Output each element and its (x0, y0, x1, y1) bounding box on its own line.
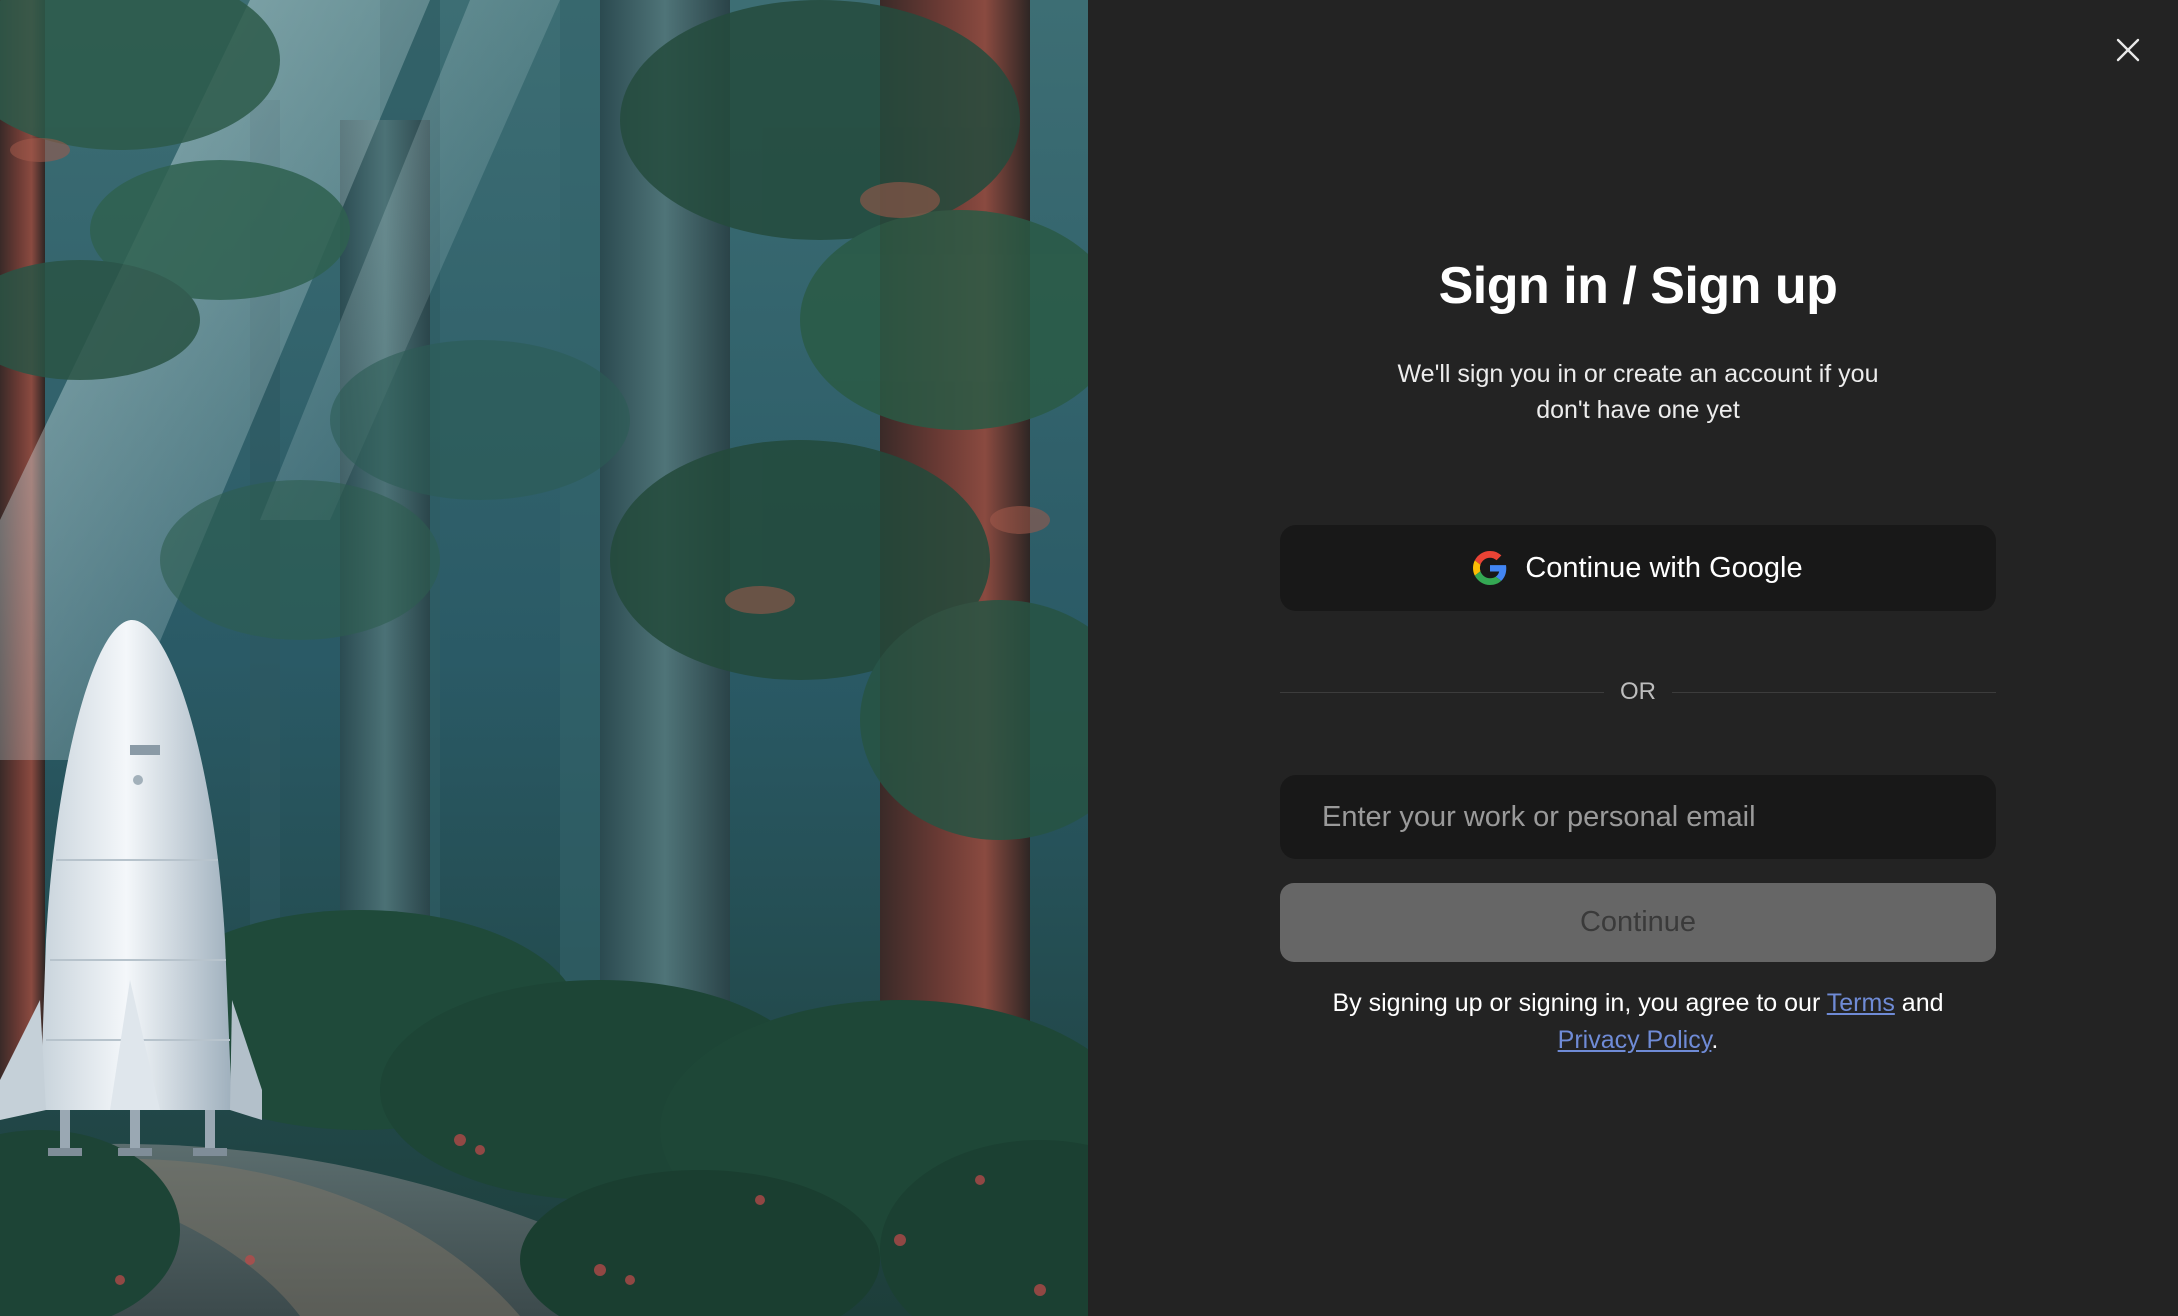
sign-in-modal: Sign in / Sign up We'll sign you in or c… (0, 0, 2178, 1316)
divider-line-left (1280, 691, 1604, 693)
email-input[interactable] (1280, 775, 1996, 859)
hero-illustration (0, 0, 1088, 1316)
close-button[interactable] (2108, 30, 2148, 70)
legal-suffix: . (1711, 1026, 1719, 1054)
close-icon (2116, 38, 2140, 62)
continue-button[interactable]: Continue (1280, 883, 1996, 962)
page-title: Sign in / Sign up (1438, 257, 1838, 315)
google-logo-icon (1473, 551, 1507, 585)
terms-link[interactable]: Terms (1827, 989, 1895, 1017)
page-subtitle: We'll sign you in or create an account i… (1397, 360, 1879, 424)
privacy-policy-link[interactable]: Privacy Policy (1558, 1026, 1712, 1054)
continue-with-google-label: Continue with Google (1525, 551, 1803, 584)
legal-prefix: By signing up or signing in, you agree t… (1332, 989, 1821, 1017)
divider-line-right (1672, 691, 1996, 693)
continue-with-google-button[interactable]: Continue with Google (1280, 525, 1996, 611)
divider-label: OR (1620, 678, 1656, 705)
legal-conjunction: and (1901, 989, 1944, 1017)
legal-notice: By signing up or signing in, you agree t… (1280, 985, 1996, 1059)
or-divider: OR (1280, 672, 1996, 712)
auth-panel: Sign in / Sign up We'll sign you in or c… (1088, 0, 2178, 1316)
